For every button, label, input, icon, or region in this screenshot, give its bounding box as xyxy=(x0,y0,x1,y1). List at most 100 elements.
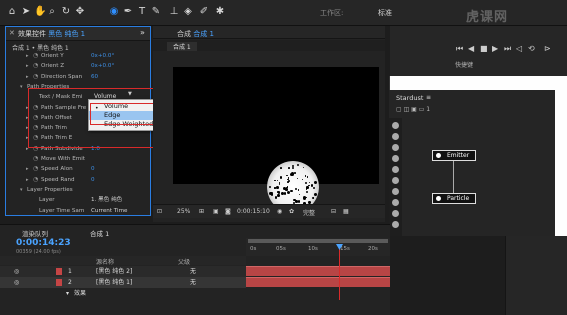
timecode-display[interactable]: 0:00:15:10 xyxy=(237,208,270,215)
effects-row[interactable]: ▾ 效果 xyxy=(0,288,246,299)
property-value[interactable]: 60 xyxy=(91,72,98,82)
composition-title[interactable]: 合成 合成 1 xyxy=(177,29,214,39)
grid-icon[interactable]: ▦ xyxy=(343,208,349,215)
workspace-selector[interactable]: 标准 xyxy=(378,8,392,18)
roto-brush-icon[interactable]: ✐ xyxy=(198,6,210,18)
close-icon[interactable]: ✕ xyxy=(9,29,15,37)
play-icon[interactable]: ■ xyxy=(480,44,488,53)
camera-icon[interactable]: ◙ xyxy=(225,208,231,215)
loop-icon[interactable]: ⟲ xyxy=(528,44,535,53)
light-node-icon[interactable] xyxy=(392,199,399,206)
zoom-selector[interactable]: 25% xyxy=(177,208,190,215)
property-row[interactable]: ▾ Layer Properties xyxy=(6,185,150,195)
force-node-icon[interactable] xyxy=(392,144,399,151)
snapshot-icon[interactable]: ◉ xyxy=(277,208,282,215)
tab-render-queue[interactable]: 渲染队列 xyxy=(22,228,48,238)
eraser-icon[interactable]: ◈ xyxy=(182,6,194,18)
playhead-line[interactable] xyxy=(339,245,340,300)
first-frame-icon[interactable]: ⏮ xyxy=(456,44,463,54)
emitter-node[interactable]: Emitter xyxy=(432,150,476,161)
stopwatch-icon[interactable]: ◔ xyxy=(33,61,38,71)
replicator-node-icon[interactable] xyxy=(392,210,399,217)
stardust-toolbar[interactable]: ▢ ◫ ▣ ▭ 1 xyxy=(396,106,430,113)
color-node-icon[interactable] xyxy=(392,177,399,184)
work-area-bar[interactable] xyxy=(248,239,388,243)
type-icon[interactable]: T xyxy=(136,6,148,18)
region-icon[interactable]: ▣ xyxy=(213,208,219,215)
ellipse-mask-icon[interactable]: ◉ xyxy=(108,6,120,18)
visibility-icon[interactable]: ◎ xyxy=(14,277,19,288)
twirl-right-icon[interactable]: ▸ xyxy=(26,61,29,71)
twirl-down-icon[interactable]: ▾ xyxy=(66,288,69,299)
zoom-icon[interactable]: ⌕ xyxy=(46,6,58,18)
stopwatch-icon[interactable]: ◔ xyxy=(33,164,38,174)
prev-frame-icon[interactable]: ◀ xyxy=(468,44,474,53)
layer-row[interactable]: ◎ 1 [黑色 纯色 2] 无 xyxy=(0,266,246,277)
property-value[interactable]: 1. 黑色 纯色 xyxy=(91,195,122,205)
layer-name[interactable]: [黑色 纯色 1] xyxy=(96,277,132,288)
stopwatch-icon[interactable]: ◔ xyxy=(33,51,38,61)
property-row[interactable]: Layer 1. 黑色 纯色 xyxy=(6,195,150,205)
twirl-right-icon[interactable]: ▸ xyxy=(26,51,29,61)
property-value[interactable]: Current Time xyxy=(91,206,127,216)
parent-header[interactable]: 父级 xyxy=(178,257,190,266)
twirl-down-icon[interactable]: ▾ xyxy=(20,185,23,195)
property-row[interactable]: ▸ ◔ Direction Span 60 xyxy=(6,72,150,82)
label-color-swatch[interactable] xyxy=(56,268,62,275)
property-value[interactable]: 0 xyxy=(91,164,95,174)
label-color-swatch[interactable] xyxy=(56,279,62,286)
stopwatch-icon[interactable]: ◔ xyxy=(33,154,38,164)
layer-name[interactable]: [黑色 纯色 2] xyxy=(96,266,132,277)
property-row[interactable]: ▸ ◔ Speed Rand 0 xyxy=(6,175,150,185)
twirl-right-icon[interactable]: ▸ xyxy=(26,175,29,185)
tab-composition[interactable]: 合成 1 xyxy=(167,42,197,51)
visibility-icon[interactable]: ◎ xyxy=(14,266,19,277)
property-value[interactable]: 0x+0.0° xyxy=(91,51,114,61)
twirl-down-icon[interactable]: ▾ xyxy=(20,82,23,92)
particle-node-icon[interactable] xyxy=(392,133,399,140)
turbulence-node-icon[interactable] xyxy=(392,155,399,162)
panel-menu-icon[interactable]: ≡ xyxy=(426,94,431,101)
parent-selector[interactable]: 无 xyxy=(190,266,196,277)
pen-icon[interactable]: ✒ xyxy=(122,6,134,18)
source-name-header[interactable]: 源名称 xyxy=(96,257,114,266)
model-node-icon[interactable] xyxy=(392,188,399,195)
tab-timeline-comp[interactable]: 合成 1 xyxy=(90,228,109,238)
panel-menu-icon[interactable]: » xyxy=(140,28,145,37)
parent-selector[interactable]: 无 xyxy=(190,277,196,288)
property-value[interactable]: 0 xyxy=(91,175,95,185)
resolution-icon[interactable]: ⊞ xyxy=(199,208,204,215)
twirl-right-icon[interactable]: ▸ xyxy=(26,72,29,82)
property-row[interactable]: Layer Time Sam Current Time xyxy=(6,206,150,216)
pan-camera-icon[interactable]: ✥ xyxy=(74,6,86,18)
stamp-icon[interactable]: ⊥ xyxy=(168,6,180,18)
hand-icon[interactable]: ✋ xyxy=(34,6,46,18)
layer-row[interactable]: ◎ 2 [黑色 纯色 1] 无 xyxy=(0,277,246,288)
stopwatch-icon[interactable]: ◔ xyxy=(33,175,38,185)
puppet-pin-icon[interactable]: ✱ xyxy=(214,6,226,18)
composition-viewer[interactable] xyxy=(173,67,379,213)
particle-node[interactable]: Particle xyxy=(432,193,476,204)
tab-effect-controls[interactable]: 效果控件 黑色 纯色 1 xyxy=(18,29,85,39)
property-row[interactable]: ◔ Move With Emit xyxy=(6,154,150,164)
view-icon[interactable]: ⊟ xyxy=(331,208,336,215)
magnification-icon[interactable]: ⊡ xyxy=(157,208,162,215)
stopwatch-icon[interactable]: ◔ xyxy=(33,72,38,82)
last-frame-icon[interactable]: ⏭ xyxy=(504,44,511,54)
property-value[interactable]: 0x+0.0° xyxy=(91,61,114,71)
next-frame-icon[interactable]: ▶ xyxy=(492,44,498,53)
emitter-node-icon[interactable] xyxy=(392,122,399,129)
property-row[interactable]: ▸ ◔ Speed Alon 0 xyxy=(6,164,150,174)
twirl-right-icon[interactable]: ▸ xyxy=(26,164,29,174)
brush-icon[interactable]: ✎ xyxy=(150,6,162,18)
channel-icon[interactable]: ✿ xyxy=(289,208,294,215)
quality-selector[interactable]: 完整 xyxy=(303,208,315,217)
audio-icon[interactable]: ◁ xyxy=(516,44,522,53)
home-icon[interactable]: ⌂ xyxy=(6,6,18,18)
selection-arrow-icon[interactable]: ➤ xyxy=(20,6,32,18)
ram-preview-icon[interactable]: ⊳ xyxy=(544,44,551,53)
orbit-camera-icon[interactable]: ↻ xyxy=(60,6,72,18)
camera-node-icon[interactable] xyxy=(392,221,399,228)
layer-duration-bar[interactable] xyxy=(246,266,390,276)
current-time-display[interactable]: 0:00:14:23 xyxy=(16,238,71,248)
